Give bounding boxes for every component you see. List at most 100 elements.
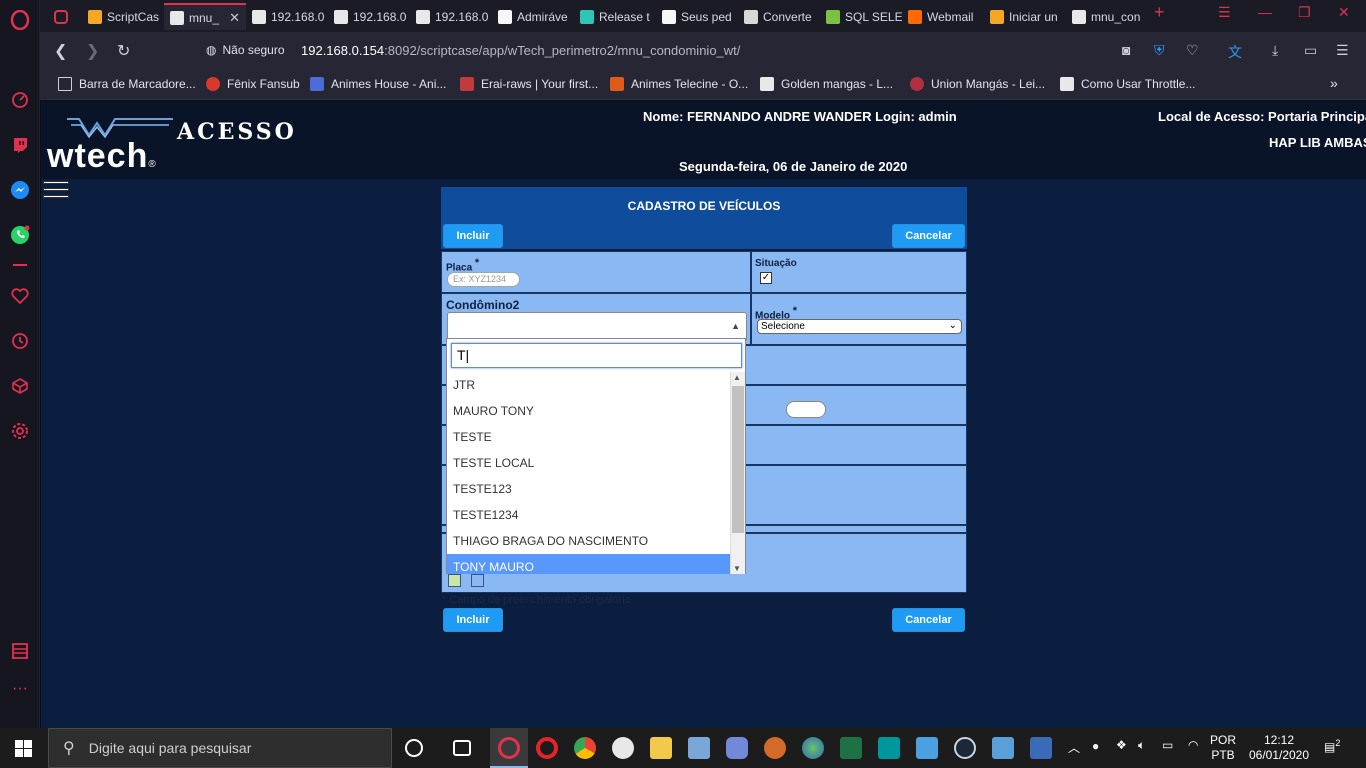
back-icon[interactable]: ❮ xyxy=(54,41,67,61)
whatsapp-icon[interactable] xyxy=(9,224,31,246)
tab-13[interactable]: mnu_con xyxy=(1066,3,1148,30)
cancelar-button-bottom[interactable]: Cancelar xyxy=(892,608,965,632)
wifi-icon[interactable]: ◠ xyxy=(1188,738,1198,752)
bookmark-item[interactable]: Como Usar Throttle... xyxy=(1060,77,1195,91)
bookmarks-more-icon[interactable]: » xyxy=(1330,75,1338,91)
tab-1[interactable]: ScriptCas xyxy=(82,3,164,30)
volume-icon[interactable]: 🔈︎ xyxy=(1138,738,1145,753)
dropdown-option-highlighted[interactable]: TONY MAURO xyxy=(447,554,731,574)
battery-tray-icon[interactable]: ▭ xyxy=(1162,738,1173,752)
tab-12[interactable]: Iniciar un xyxy=(984,3,1066,30)
bookmark-item[interactable]: Fênix Fansub xyxy=(206,77,300,91)
excel-icon[interactable] xyxy=(840,737,862,759)
network-app-icon[interactable] xyxy=(1030,737,1052,759)
camera-icon[interactable]: ◙ xyxy=(1122,42,1130,58)
tray-app-icon[interactable]: ● xyxy=(1092,739,1099,753)
twitch-icon[interactable] xyxy=(9,134,31,156)
dropdown-option[interactable]: THIAGO BRAGA DO NASCIMENTO xyxy=(447,528,731,554)
more-dots-icon[interactable]: ··· xyxy=(9,678,31,700)
steam-icon[interactable] xyxy=(954,737,976,759)
scrollbar-thumb[interactable] xyxy=(732,386,744,533)
bookmark-folder[interactable]: Barra de Marcadore... xyxy=(58,77,196,91)
tab-7[interactable]: Release t xyxy=(574,3,656,30)
bookmark-item[interactable]: Union Mangás - Lei... xyxy=(910,77,1045,91)
close-window-icon[interactable]: ✕ xyxy=(1338,4,1350,21)
glove-icon[interactable] xyxy=(764,737,786,759)
game-icon[interactable] xyxy=(612,737,634,759)
scroll-up-icon[interactable]: ▲ xyxy=(733,373,741,382)
cancelar-button-top[interactable]: Cancelar xyxy=(892,224,965,248)
situacao-checkbox[interactable]: ✓ xyxy=(760,272,772,284)
messenger-icon[interactable] xyxy=(9,179,31,201)
dropdown-option[interactable]: JTR xyxy=(447,372,731,398)
url-field[interactable]: 192.168.0.154:8092/scriptcase/app/wTech_… xyxy=(301,43,740,58)
chrome-icon[interactable] xyxy=(574,737,596,759)
remote-desktop-icon[interactable] xyxy=(992,737,1014,759)
bookmark-item[interactable]: Golden mangas - L... xyxy=(760,77,893,91)
monitor-icon[interactable] xyxy=(688,737,710,759)
dropdown-option[interactable]: TESTE xyxy=(447,424,731,450)
arduino-icon[interactable] xyxy=(878,737,900,759)
bookmark-item[interactable]: Erai-raws | Your first... xyxy=(460,77,598,91)
tab-10[interactable]: SQL SELE xyxy=(820,3,902,30)
scroll-down-icon[interactable]: ▼ xyxy=(733,564,741,573)
tab-8[interactable]: Seus ped xyxy=(656,3,738,30)
notifications-icon[interactable]: ▤2 xyxy=(1324,738,1340,754)
option-checkbox[interactable] xyxy=(448,574,461,587)
tab-5[interactable]: 192.168.0 xyxy=(410,3,492,30)
condomino-select[interactable]: ▲ xyxy=(447,312,747,340)
tab-4[interactable]: 192.168.0 xyxy=(328,3,410,30)
extensions-cube-icon[interactable] xyxy=(9,375,31,397)
text-input[interactable] xyxy=(786,401,826,418)
dropdown-search-input[interactable]: T| xyxy=(451,343,742,368)
file-explorer-icon[interactable] xyxy=(650,737,672,759)
bookmark-item[interactable]: Animes Telecine - O... xyxy=(610,77,748,91)
tab-close-icon[interactable]: ✕ xyxy=(229,10,240,26)
battery-icon[interactable]: ▭ xyxy=(1304,42,1317,59)
download-icon[interactable]: ⤓ xyxy=(1272,42,1278,59)
tab-3[interactable]: 192.168.0 xyxy=(246,3,328,30)
tab-0[interactable] xyxy=(48,3,82,30)
dropdown-scrollbar[interactable]: ▲ ▼ xyxy=(730,372,745,574)
minimize-icon[interactable]: — xyxy=(1258,4,1272,20)
tray-expand-icon[interactable]: ︿ xyxy=(1068,739,1080,756)
speed-dial-icon[interactable] xyxy=(9,89,31,111)
tab-11[interactable]: Webmail xyxy=(902,3,984,30)
tab-6[interactable]: Admiráve xyxy=(492,3,574,30)
bookmark-item[interactable]: Animes House - Ani... xyxy=(310,77,446,91)
incluir-button-top[interactable]: Incluir xyxy=(443,224,503,248)
network-tool-icon[interactable] xyxy=(916,737,938,759)
modelo-select[interactable]: Selecione ⌄ xyxy=(757,319,962,334)
language-indicator[interactable]: POR PTB xyxy=(1210,733,1236,763)
dropdown-option[interactable]: MAURO TONY xyxy=(447,398,731,424)
heart-icon[interactable] xyxy=(9,285,31,307)
incluir-button-bottom[interactable]: Incluir xyxy=(443,608,503,632)
discord-icon[interactable] xyxy=(726,737,748,759)
sidebar-panel-icon[interactable] xyxy=(9,640,31,662)
insecure-indicator[interactable]: ◍ Não seguro xyxy=(206,43,285,57)
history-icon[interactable] xyxy=(9,330,31,352)
tab-9[interactable]: Converte xyxy=(738,3,820,30)
adblock-shield-icon[interactable]: ⛨ xyxy=(1154,42,1165,59)
opera-icon[interactable] xyxy=(536,737,558,759)
dropdown-option[interactable]: TESTE123 xyxy=(447,476,731,502)
restore-icon[interactable]: ❐ xyxy=(1298,4,1311,21)
translate-icon[interactable]: 文 xyxy=(1228,42,1242,62)
opera-gx-icon[interactable] xyxy=(498,737,520,759)
option-checkbox[interactable] xyxy=(471,574,484,587)
dropdown-option[interactable]: TESTE1234 xyxy=(447,502,731,528)
globe-app-icon[interactable] xyxy=(802,737,824,759)
bookmark-heart-icon[interactable]: ♡ xyxy=(1186,42,1199,59)
new-tab-button[interactable]: + xyxy=(1154,2,1165,23)
settings-gear-icon[interactable] xyxy=(9,420,31,442)
hamburger-menu-icon[interactable] xyxy=(43,181,69,203)
easy-setup-icon[interactable]: ☰ xyxy=(1336,42,1349,59)
windows-start-icon[interactable] xyxy=(15,740,32,757)
tab-menu-icon[interactable]: ☰ xyxy=(1218,4,1231,21)
cortana-icon[interactable] xyxy=(405,739,423,757)
task-view-icon[interactable] xyxy=(453,740,471,756)
taskbar-clock[interactable]: 12:12 06/01/2020 xyxy=(1246,733,1312,763)
dropdown-option[interactable]: TESTE LOCAL xyxy=(447,450,731,476)
placa-input[interactable]: Ex: XYZ1234 xyxy=(447,272,520,287)
taskbar-search[interactable]: ⚲ Digite aqui para pesquisar xyxy=(48,728,392,768)
